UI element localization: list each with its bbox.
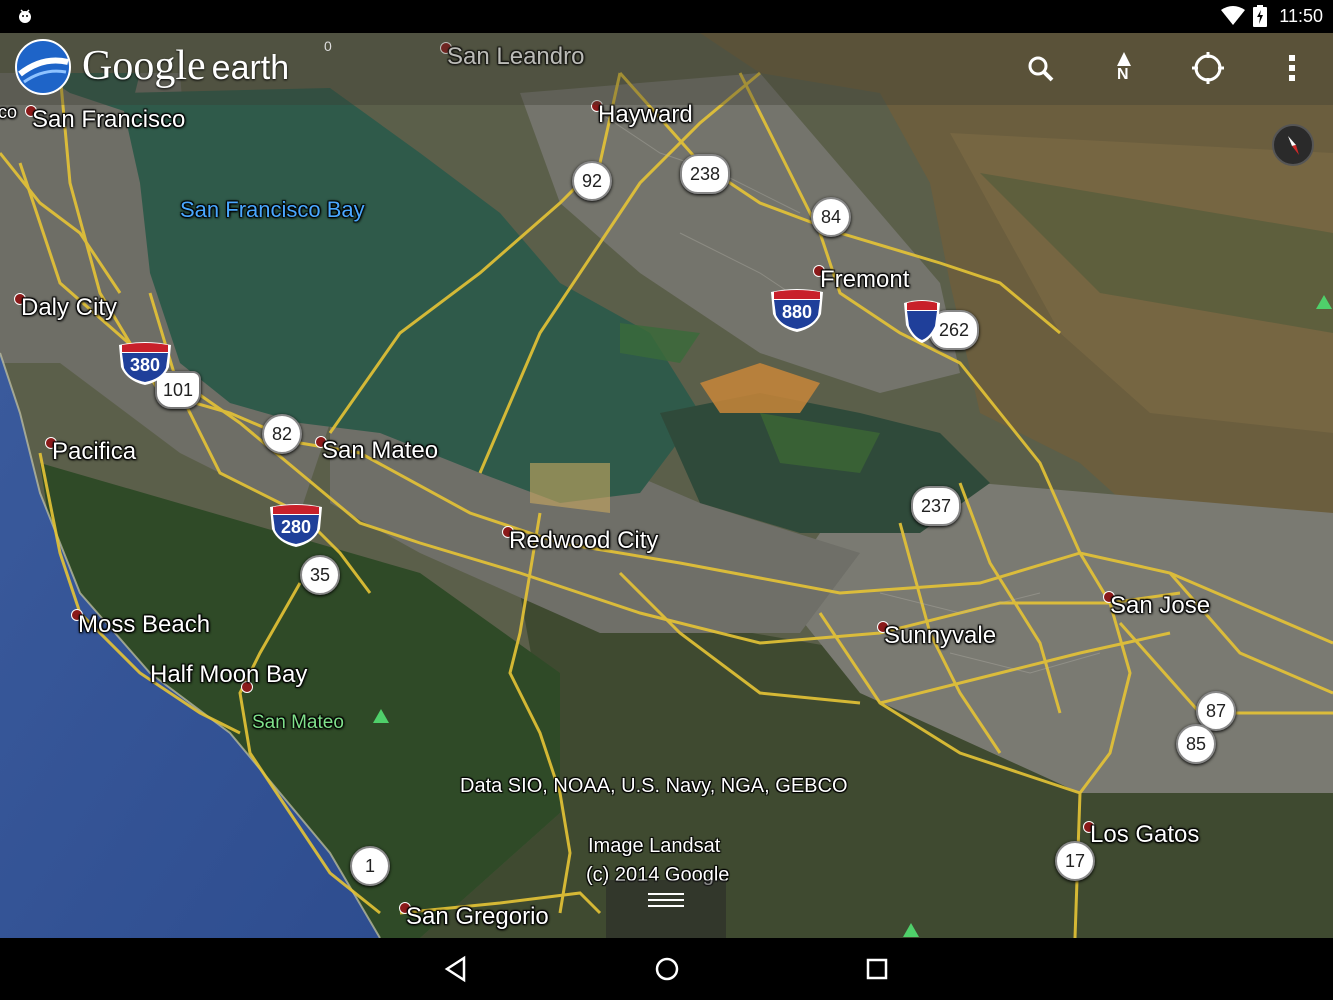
place-label[interactable]: San Jose <box>1110 592 1210 620</box>
my-location-button[interactable] <box>1186 46 1230 90</box>
route-shield: 35 <box>300 555 340 595</box>
interstate-shield: 880 <box>769 288 825 332</box>
place-label[interactable]: Los Gatos <box>1090 821 1199 849</box>
park-icon <box>903 923 919 937</box>
app-logo: Google earth 0 <box>14 38 334 100</box>
image-credit: Image Landsat <box>588 835 721 857</box>
park-icon <box>373 709 389 723</box>
place-label[interactable]: Half Moon Bay <box>150 661 307 689</box>
search-button[interactable] <box>1020 46 1064 90</box>
place-label[interactable]: San Francisco <box>32 106 185 134</box>
route-shield: 1 <box>350 846 390 886</box>
route-shield: 237 <box>911 486 961 526</box>
overflow-menu-icon <box>1289 55 1295 81</box>
edge-place-label: co <box>0 102 18 122</box>
android-debug-icon <box>19 9 31 23</box>
google-earth-globe-icon <box>15 39 71 95</box>
overflow-menu-button[interactable] <box>1270 46 1314 90</box>
park-icon <box>1316 295 1332 309</box>
route-shield: 84 <box>811 197 851 237</box>
logo-mark: 0 <box>324 38 332 54</box>
interstate-number: 380 <box>129 355 161 375</box>
route-shield: 238 <box>680 154 730 194</box>
compass-icon <box>1272 124 1314 166</box>
logo-google: Google <box>82 43 206 89</box>
north-button[interactable]: N <box>1102 46 1146 90</box>
place-label[interactable]: Redwood City <box>509 527 658 555</box>
interstate-number: 280 <box>280 517 312 537</box>
place-label[interactable]: San Mateo <box>322 437 438 465</box>
search-icon <box>1028 56 1054 82</box>
place-label[interactable]: Moss Beach <box>78 611 210 639</box>
place-label[interactable]: Hayward <box>598 101 693 129</box>
drag-handle-icon <box>648 893 684 907</box>
water-label: San Francisco Bay <box>180 197 365 222</box>
interstate-shield: 380 <box>117 341 173 385</box>
logo-text: Google earth <box>82 42 289 90</box>
interstate-shield-icon <box>904 300 940 343</box>
route-shield: 85 <box>1176 724 1216 764</box>
place-label[interactable]: Sunnyvale <box>884 622 996 650</box>
park-label: San Mateo <box>252 712 344 733</box>
my-location-icon <box>1192 52 1224 84</box>
home-icon[interactable] <box>652 954 682 984</box>
place-label[interactable]: Fremont <box>820 266 909 294</box>
route-shield: 17 <box>1055 841 1095 881</box>
map-view[interactable]: San Leandro Hayward San Francisco co Dal… <box>0 33 1333 938</box>
drawer-handle[interactable] <box>606 880 726 938</box>
place-label[interactable]: San Gregorio <box>406 903 549 931</box>
satellite-imagery <box>0 33 1333 938</box>
logo-earth: earth <box>211 49 290 87</box>
battery-icon <box>1253 5 1267 27</box>
wifi-icon <box>1221 6 1245 25</box>
recents-icon[interactable] <box>862 954 892 984</box>
place-label[interactable]: Daly City <box>21 294 117 322</box>
clock: 11:50 <box>1279 6 1323 26</box>
interstate-number: 880 <box>781 302 813 322</box>
route-shield: 82 <box>262 414 302 454</box>
data-credit: Data SIO, NOAA, U.S. Navy, NGA, GEBCO <box>460 775 848 797</box>
compass-button[interactable] <box>1272 124 1314 166</box>
back-icon[interactable] <box>442 954 472 984</box>
system-navigation-bar <box>0 938 1333 1000</box>
route-shield: 92 <box>572 161 612 201</box>
north-letter: N <box>1117 66 1129 83</box>
interstate-shield: 280 <box>268 503 324 547</box>
place-label[interactable]: Pacifica <box>52 438 136 466</box>
interstate-shield-partial <box>904 299 942 343</box>
status-bar: 11:50 <box>0 0 1333 33</box>
